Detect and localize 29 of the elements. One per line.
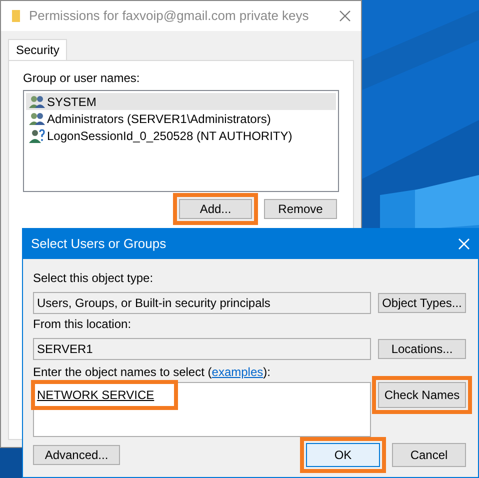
object-names-field[interactable]: NETWORK SERVICE xyxy=(33,382,371,437)
location-field[interactable]: SERVER1 xyxy=(33,338,371,360)
list-label: Group or user names: xyxy=(23,70,141,87)
field-label: Select this object type: xyxy=(33,270,154,287)
user-list-item[interactable]: SYSTEM xyxy=(26,93,336,110)
examples-link[interactable]: examples xyxy=(212,363,264,381)
field-label: ): xyxy=(263,364,270,381)
user-group-icon xyxy=(29,94,45,108)
dialog-button[interactable]: Object Types... xyxy=(378,293,466,313)
object-name-entry: NETWORK SERVICE xyxy=(31,380,178,410)
unknown-user-icon xyxy=(29,128,45,142)
dialog-button[interactable]: Remove xyxy=(264,199,337,219)
dialog-button[interactable]: Advanced... xyxy=(33,445,120,465)
object-type-field[interactable]: Users, Groups, or Built-in security principals xyxy=(33,292,371,314)
window-title: Permissions for faxvoip@gmail.com private keys xyxy=(29,7,310,26)
dialog-button[interactable]: OK xyxy=(300,437,386,473)
close-icon[interactable] xyxy=(339,10,351,22)
field-label: From this location: xyxy=(33,316,132,333)
dialog-button[interactable]: Check Names xyxy=(372,376,472,414)
user-list-item[interactable]: Administrators (SERVER1\Administrators) xyxy=(26,110,336,127)
dialog-button[interactable]: Cancel xyxy=(392,443,466,467)
dialog-title: Select Users or Groups xyxy=(31,235,168,254)
user-list-item[interactable]: LogonSessionId_0_250528 (NT AUTHORITY) xyxy=(26,127,336,144)
field-label: Enter the object names to select ( xyxy=(33,364,212,381)
folder-icon xyxy=(11,9,21,23)
dialog-button[interactable]: Add... xyxy=(173,193,258,225)
user-group-icon xyxy=(29,112,45,126)
tab[interactable]: Security xyxy=(8,39,68,60)
dialog-button[interactable]: Locations... xyxy=(378,339,466,359)
